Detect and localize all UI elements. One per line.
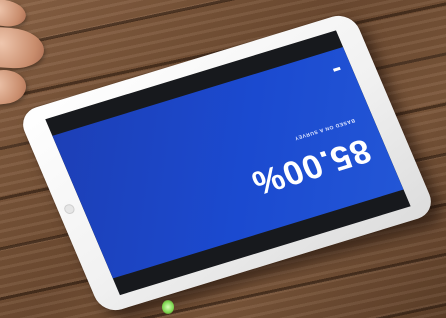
finger	[0, 67, 28, 107]
tablet: 85.00% BASED ON A SURVEY	[16, 10, 438, 316]
presentation-slide: 85.00% BASED ON A SURVEY	[52, 46, 404, 279]
finger	[0, 25, 46, 71]
tablet-screen: 85.00% BASED ON A SURVEY	[45, 30, 411, 296]
green-light	[162, 300, 174, 314]
wooden-table: 85.00% BASED ON A SURVEY	[0, 0, 446, 318]
home-button[interactable]	[62, 203, 77, 216]
slide-caption	[93, 133, 217, 171]
slide-content-upside-down: 85.00% BASED ON A SURVEY	[52, 47, 403, 278]
big-percentage-value: 85.00%	[245, 131, 377, 202]
finger	[0, 0, 28, 29]
